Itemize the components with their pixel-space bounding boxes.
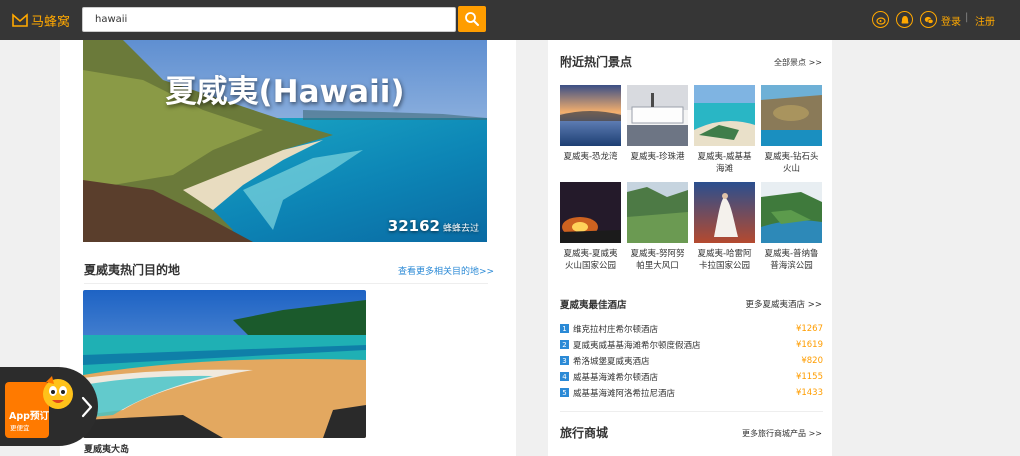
chevron-right-icon[interactable]	[80, 395, 94, 419]
spot-card[interactable]: 夏威夷-恐龙湾	[560, 85, 621, 163]
hotel-rank: 2	[560, 340, 569, 349]
login-separator: |	[965, 12, 969, 23]
more-mall-link[interactable]: 更多旅行商城产品 >>	[742, 428, 822, 439]
hero-title: 夏威夷(Hawaii)	[165, 74, 405, 110]
popular-destinations-title: 夏威夷热门目的地	[84, 263, 181, 277]
hotel-name: 威基基海滩希尔顿酒店	[573, 372, 659, 383]
nearby-spots-title: 附近热门景点	[560, 55, 633, 69]
hotel-price: ¥1433	[795, 387, 823, 398]
hotel-price: ¥1155	[795, 371, 823, 382]
hotel-price: ¥1267	[795, 323, 823, 334]
spot-card[interactable]: 夏威夷-哈雷阿 卡拉国家公园	[694, 182, 755, 272]
destination-image	[83, 290, 366, 438]
spot-card[interactable]: 夏威夷-努阿努 帕里大风口	[627, 182, 688, 272]
search-button[interactable]	[458, 6, 486, 32]
search-input[interactable]	[82, 7, 456, 32]
spot-name: 夏威夷-普纳鲁 普海滨公园	[764, 249, 819, 271]
spot-card[interactable]: 夏威夷-钻石头 火山	[761, 85, 822, 175]
hero-banner[interactable]: 夏威夷(Hawaii) 32162 蜂蜂去过	[83, 40, 487, 242]
hotel-row[interactable]: 3 希洛城堡夏威夷酒店 ¥820	[560, 354, 823, 367]
section-divider	[84, 283, 488, 284]
visited-count-label: 蜂蜂去过	[442, 224, 479, 234]
spot-name: 夏威夷-威基基 海滩	[697, 152, 752, 174]
login-link[interactable]: 登录	[941, 13, 961, 28]
section-divider	[560, 411, 823, 412]
hotel-rank: 3	[560, 356, 569, 365]
hotel-row[interactable]: 5 威基基海滩阿洛希拉尼酒店 ¥1433	[560, 386, 823, 399]
more-destinations-link[interactable]: 查看更多相关目的地>>	[398, 264, 494, 277]
spot-card[interactable]: 夏威夷-普纳鲁 普海滨公园	[761, 182, 822, 272]
spot-image	[694, 182, 755, 243]
spot-card[interactable]: 夏威夷-夏威夷 火山国家公园	[560, 182, 621, 272]
destination-name[interactable]: 夏威夷大岛	[84, 442, 129, 455]
hotel-price: ¥820	[801, 355, 823, 366]
spot-name: 夏威夷-珍珠港	[630, 152, 685, 162]
top-navigation-bar: 马蜂窝 登录 | 注册	[0, 0, 1020, 40]
logo-text: 马蜂窝	[31, 14, 71, 30]
hotel-row[interactable]: 2 夏威夷威基基海滩希尔顿度假酒店 ¥1619	[560, 338, 823, 351]
logo-icon	[12, 13, 28, 27]
qq-icon[interactable]	[896, 11, 913, 28]
wechat-icon[interactable]	[920, 11, 937, 28]
hotel-rank: 1	[560, 324, 569, 333]
spot-name: 夏威夷-努阿努 帕里大风口	[630, 249, 685, 271]
logo[interactable]: 马蜂窝	[12, 10, 70, 30]
hotel-row[interactable]: 1 维克拉村庄希尔顿酒店 ¥1267	[560, 322, 823, 335]
search-icon	[465, 12, 479, 26]
spot-name: 夏威夷-夏威夷 火山国家公园	[563, 249, 618, 271]
spot-name: 夏威夷-恐龙湾	[563, 152, 618, 162]
spot-image	[761, 182, 822, 243]
spot-image	[627, 182, 688, 243]
spot-image	[627, 85, 688, 146]
hotel-name: 希洛城堡夏威夷酒店	[573, 356, 650, 367]
visited-count: 32162 蜂蜂去过	[388, 217, 479, 235]
spot-name: 夏威夷-钻石头 火山	[764, 152, 819, 174]
weibo-icon[interactable]	[872, 11, 889, 28]
register-link[interactable]: 注册	[975, 13, 995, 28]
spot-image	[761, 85, 822, 146]
best-hotels-title: 夏威夷最佳酒店	[560, 300, 627, 311]
hotel-row[interactable]: 4 威基基海滩希尔顿酒店 ¥1155	[560, 370, 823, 383]
all-spots-link[interactable]: 全部景点 >>	[774, 57, 822, 68]
visited-count-number: 32162	[387, 217, 440, 235]
destination-card[interactable]	[83, 290, 366, 438]
hotel-name: 维克拉村庄希尔顿酒店	[573, 324, 659, 335]
spot-card[interactable]: 夏威夷-珍珠港	[627, 85, 688, 163]
hotel-rank: 5	[560, 388, 569, 397]
travel-mall-title: 旅行商城	[560, 426, 609, 440]
app-promo-label: App预订	[9, 411, 49, 422]
spot-image	[560, 182, 621, 243]
spot-name: 夏威夷-哈雷阿 卡拉国家公园	[697, 249, 752, 271]
spot-card[interactable]: 夏威夷-威基基 海滩	[694, 85, 755, 175]
more-hotels-link[interactable]: 更多夏威夷酒店 >>	[746, 298, 822, 310]
spot-image	[694, 85, 755, 146]
spot-image	[560, 85, 621, 146]
app-promo-sublabel: 更便宜	[10, 424, 30, 432]
hotel-name: 威基基海滩阿洛希拉尼酒店	[573, 388, 676, 399]
hotel-rank: 4	[560, 372, 569, 381]
hotel-price: ¥1619	[795, 339, 823, 350]
hotel-name: 夏威夷威基基海滩希尔顿度假酒店	[573, 340, 701, 351]
